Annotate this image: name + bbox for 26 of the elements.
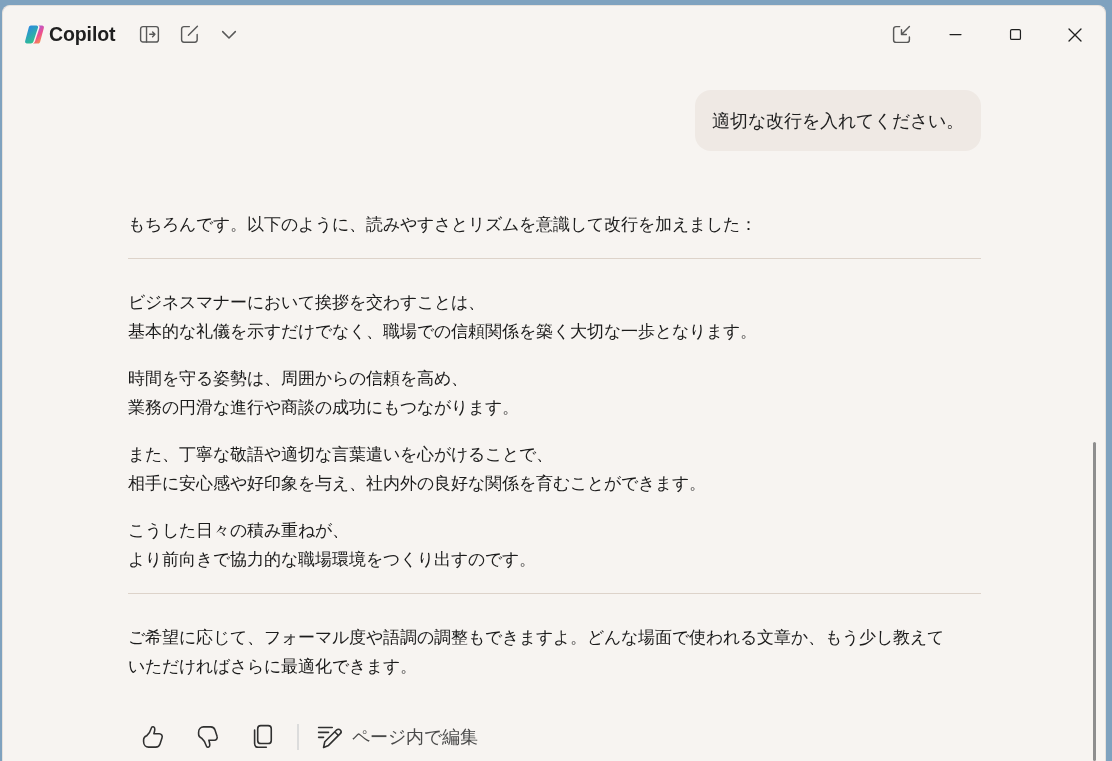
square-pencil-icon <box>180 26 198 43</box>
response-text-line: もちろんです。以下のように、読みやすさとリズムを意識して改行を加えました： <box>127 213 757 236</box>
minimize-icon <box>949 33 961 36</box>
scrollbar-thumb[interactable] <box>1093 442 1096 761</box>
edit-in-page-button[interactable]: ページ内で編集 <box>317 716 478 757</box>
response-text-line: いただければさらに最適化できます。 <box>127 655 417 678</box>
shrink-window-icon <box>892 26 910 43</box>
response-text-line: ご希望に応じて、フォーマル度や語調の調整もできますよ。どんな場面で使われる文章か、もう少し教えて <box>127 625 944 649</box>
response-text-line: より前向きで協力的な職場環境をつくり出すのです。 <box>127 548 536 571</box>
user-message: 適切な改行を入れてください。 <box>694 90 981 151</box>
copy-icon <box>253 725 272 748</box>
response-text-line: また、丁寧な敬語や適切な言葉遣いを心がけることで、 <box>127 442 553 466</box>
close-icon <box>1069 28 1081 41</box>
response-text-line: 基本的な礼儀を示すだけでなく、職場での信頼関係を築く大切な一歩となります。 <box>127 320 757 343</box>
chevron-down-icon <box>222 30 237 39</box>
lines-pencil-icon <box>317 724 342 749</box>
app-title: Copilot <box>49 23 116 46</box>
thumbs-down-icon <box>197 725 218 748</box>
response-text-line: ビジネスマナーにおいて挨拶を交わすことは、 <box>127 290 485 314</box>
response-text-line: こうした日々の積み重ねが、 <box>127 518 349 542</box>
app-logo-icon <box>24 24 45 45</box>
maximize-icon <box>1009 29 1021 40</box>
response-text-line: 時間を守る姿勢は、周囲からの信頼を高め、 <box>127 366 468 390</box>
thumbs-up-icon <box>142 725 163 748</box>
response-text-line: 相手に安心感や好印象を与え、社内外の良好な関係を育むことができます。 <box>127 472 706 495</box>
response-text-line: 業務の円滑な進行や商談の成功にもつながります。 <box>127 396 519 419</box>
